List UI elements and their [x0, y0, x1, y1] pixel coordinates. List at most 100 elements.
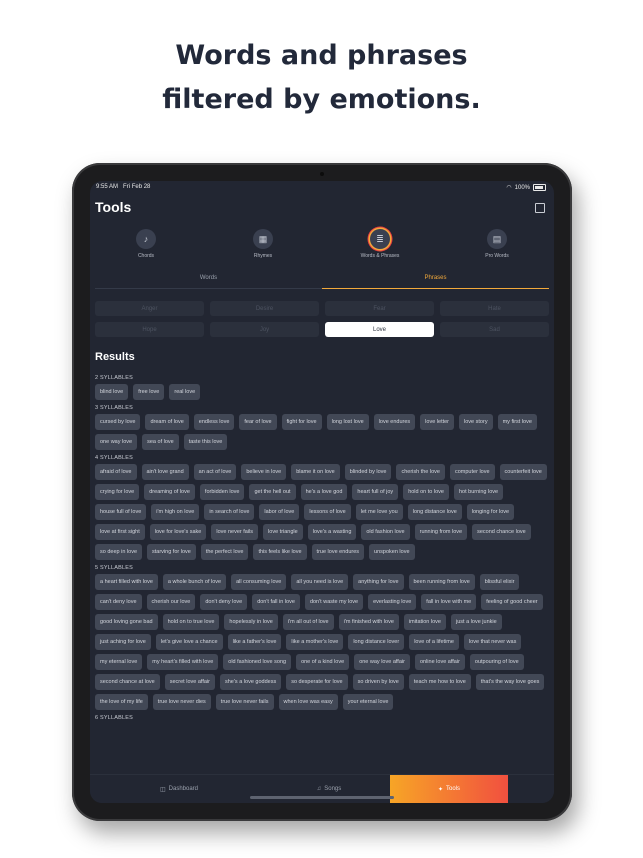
- phrase-chip[interactable]: get the hell out: [249, 484, 296, 500]
- phrase-chip[interactable]: anything for love: [353, 574, 404, 590]
- emotion-joy[interactable]: Joy: [210, 322, 319, 337]
- phrase-chip[interactable]: ain't love grand: [141, 464, 189, 480]
- phrase-chip[interactable]: free love: [133, 384, 165, 400]
- emotion-fear[interactable]: Fear: [325, 301, 434, 316]
- phrase-chip[interactable]: i'm high on love: [151, 504, 200, 520]
- emotion-hope[interactable]: Hope: [95, 322, 204, 337]
- phrase-chip[interactable]: endless love: [193, 414, 235, 430]
- phrase-chip[interactable]: don't waste my love: [304, 594, 364, 610]
- phrase-chip[interactable]: one of a kind love: [296, 654, 350, 670]
- phrase-chip[interactable]: all consuming love: [231, 574, 287, 590]
- tab-tools[interactable]: ✦ Tools: [390, 775, 508, 803]
- phrase-chip[interactable]: true love endures: [311, 544, 365, 560]
- phrase-chip[interactable]: running from love: [414, 524, 468, 540]
- phrase-chip[interactable]: heart full of joy: [352, 484, 399, 500]
- phrase-chip[interactable]: feeling of good cheer: [481, 594, 543, 610]
- phrase-chip[interactable]: love that never was: [463, 634, 522, 650]
- phrase-chip[interactable]: don't fall in love: [252, 594, 300, 610]
- phrase-chip[interactable]: long distance love: [407, 504, 462, 520]
- phrase-chip[interactable]: house full of love: [95, 504, 147, 520]
- phrase-chip[interactable]: second chance love: [472, 524, 531, 540]
- phrase-chip[interactable]: hot burning love: [453, 484, 504, 500]
- phrase-chip[interactable]: can't deny love: [95, 594, 142, 610]
- phrase-chip[interactable]: real love: [169, 384, 201, 400]
- phrase-chip[interactable]: love at first sight: [95, 524, 145, 540]
- phrase-chip[interactable]: in search of love: [204, 504, 255, 520]
- phrase-chip[interactable]: love endures: [373, 414, 416, 430]
- phrase-chip[interactable]: love of a lifetime: [409, 634, 459, 650]
- phrase-chip[interactable]: true love never dies: [152, 694, 211, 710]
- emotion-desire[interactable]: Desire: [210, 301, 319, 316]
- tool-pro-words[interactable]: ▤ Pro Words: [457, 229, 537, 259]
- phrase-chip[interactable]: don't deny love: [200, 594, 248, 610]
- phrase-chip[interactable]: blind love: [95, 384, 129, 400]
- phrase-chip[interactable]: so driven by love: [352, 674, 404, 690]
- phrase-chip[interactable]: longing for love: [466, 504, 515, 520]
- phrase-chip[interactable]: that's the way love goes: [475, 674, 545, 690]
- phrase-chip[interactable]: an act of love: [193, 464, 237, 480]
- phrase-chip[interactable]: blissful elixir: [479, 574, 520, 590]
- phrase-chip[interactable]: been running from love: [408, 574, 475, 590]
- emotion-love[interactable]: Love: [325, 322, 434, 337]
- phrase-chip[interactable]: afraid of love: [95, 464, 137, 480]
- emotion-hate[interactable]: Hate: [440, 301, 549, 316]
- phrase-chip[interactable]: so deep in love: [95, 544, 142, 560]
- phrase-chip[interactable]: i'm finished with love: [338, 614, 399, 630]
- phrase-chip[interactable]: dream of love: [145, 414, 189, 430]
- tab-phrases[interactable]: Phrases: [322, 275, 549, 289]
- phrase-chip[interactable]: love triangle: [263, 524, 303, 540]
- phrase-chip[interactable]: he's a love god: [300, 484, 348, 500]
- tab-dashboard[interactable]: ◫ Dashboard: [120, 775, 238, 803]
- phrase-chip[interactable]: cursed by love: [95, 414, 141, 430]
- phrase-chip[interactable]: labor of love: [259, 504, 300, 520]
- phrase-chip[interactable]: like a father's love: [227, 634, 282, 650]
- phrase-chip[interactable]: fall in love with me: [421, 594, 477, 610]
- phrase-chip[interactable]: imitation love: [403, 614, 446, 630]
- phrase-chip[interactable]: like a mother's love: [286, 634, 344, 650]
- phrase-chip[interactable]: your eternal love: [342, 694, 394, 710]
- phrase-chip[interactable]: love for love's sake: [149, 524, 207, 540]
- phrase-chip[interactable]: cherish the love: [396, 464, 445, 480]
- phrase-chip[interactable]: sea of love: [142, 434, 179, 450]
- phrase-chip[interactable]: old fashioned love song: [223, 654, 292, 670]
- phrase-chip[interactable]: hold on to true love: [162, 614, 220, 630]
- phrase-chip[interactable]: my heart's filled with love: [147, 654, 219, 670]
- phrase-chip[interactable]: this feels like love: [253, 544, 307, 560]
- tool-words-phrases[interactable]: ≣ Words & Phrases: [340, 229, 420, 259]
- phrase-chip[interactable]: my eternal love: [95, 654, 143, 670]
- phrase-chip[interactable]: love story: [459, 414, 493, 430]
- phrase-chip[interactable]: a heart filled with love: [95, 574, 158, 590]
- phrase-chip[interactable]: blame it on love: [291, 464, 340, 480]
- phrase-chip[interactable]: fear of love: [239, 414, 277, 430]
- phrase-chip[interactable]: long distance lover: [348, 634, 405, 650]
- emotion-anger[interactable]: Anger: [95, 301, 204, 316]
- phrase-chip[interactable]: all you need is love: [291, 574, 349, 590]
- phrase-chip[interactable]: forbidden love: [199, 484, 245, 500]
- phrase-chip[interactable]: counterfeit love: [499, 464, 547, 480]
- phrase-chip[interactable]: when love was easy: [278, 694, 338, 710]
- phrase-chip[interactable]: computer love: [449, 464, 495, 480]
- phrase-chip[interactable]: just aching for love: [95, 634, 151, 650]
- phrase-chip[interactable]: one way love affair: [354, 654, 410, 670]
- phrase-chip[interactable]: lessons of love: [304, 504, 351, 520]
- phrase-chip[interactable]: crying for love: [95, 484, 140, 500]
- phrase-chip[interactable]: believe in love: [241, 464, 287, 480]
- phrase-chip[interactable]: old fashion love: [361, 524, 410, 540]
- phrase-chip[interactable]: unspoken love: [369, 544, 415, 560]
- phrase-chip[interactable]: let's give love a chance: [155, 634, 223, 650]
- phrase-chip[interactable]: a whole bunch of love: [162, 574, 227, 590]
- phrase-chip[interactable]: long lost love: [326, 414, 369, 430]
- emotion-sad[interactable]: Sad: [440, 322, 549, 337]
- phrase-chip[interactable]: dreaming of love: [144, 484, 195, 500]
- phrase-chip[interactable]: secret love affair: [164, 674, 215, 690]
- phrase-chip[interactable]: love never fails: [211, 524, 259, 540]
- phrase-chip[interactable]: the love of my life: [95, 694, 148, 710]
- phrase-chip[interactable]: fight for love: [281, 414, 322, 430]
- phrase-chip[interactable]: hopelessly in love: [224, 614, 278, 630]
- phrase-chip[interactable]: i'm all out of love: [282, 614, 334, 630]
- phrase-chip[interactable]: the perfect love: [200, 544, 249, 560]
- phrase-chip[interactable]: outpouring of love: [469, 654, 524, 670]
- phrase-chip[interactable]: good loving gone bad: [95, 614, 158, 630]
- phrase-chip[interactable]: let me love you: [355, 504, 403, 520]
- tool-rhymes[interactable]: ▦ Rhymes: [223, 229, 303, 259]
